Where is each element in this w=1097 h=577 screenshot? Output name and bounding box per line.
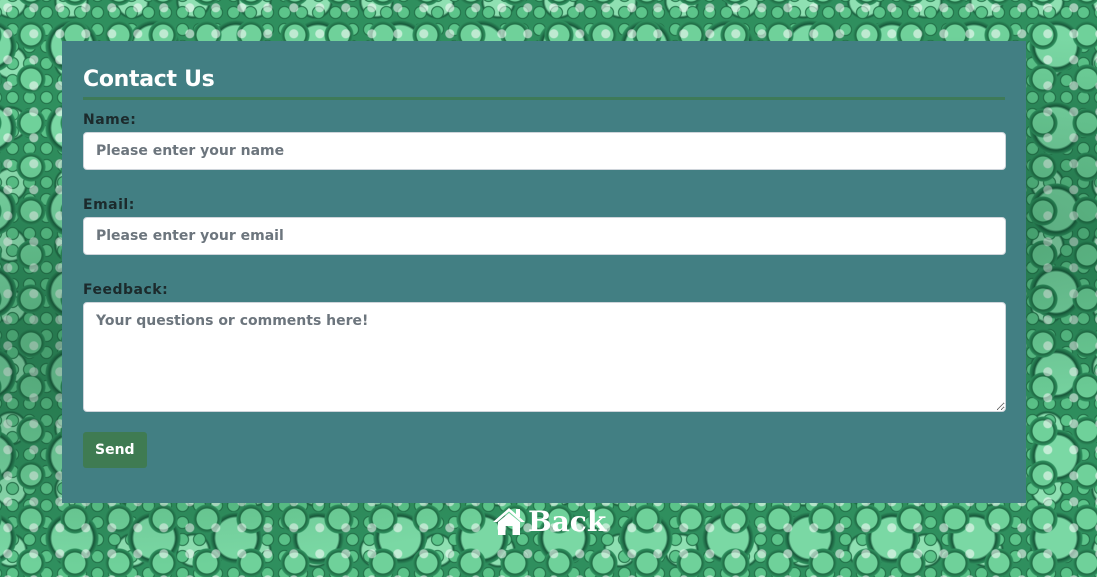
email-input[interactable] xyxy=(83,217,1006,255)
page-title: Contact Us xyxy=(83,67,215,92)
contact-form-card: Contact Us Name: Email: Feedback: Send xyxy=(62,41,1026,503)
back-link[interactable]: Back xyxy=(492,503,606,539)
feedback-textarea[interactable] xyxy=(83,302,1006,412)
home-icon xyxy=(492,506,526,536)
send-button[interactable]: Send xyxy=(83,432,147,468)
name-label: Name: xyxy=(83,112,137,128)
title-divider xyxy=(83,97,1005,100)
back-label: Back xyxy=(528,504,607,538)
email-label: Email: xyxy=(83,197,135,213)
name-input[interactable] xyxy=(83,132,1006,170)
feedback-label: Feedback: xyxy=(83,282,169,298)
